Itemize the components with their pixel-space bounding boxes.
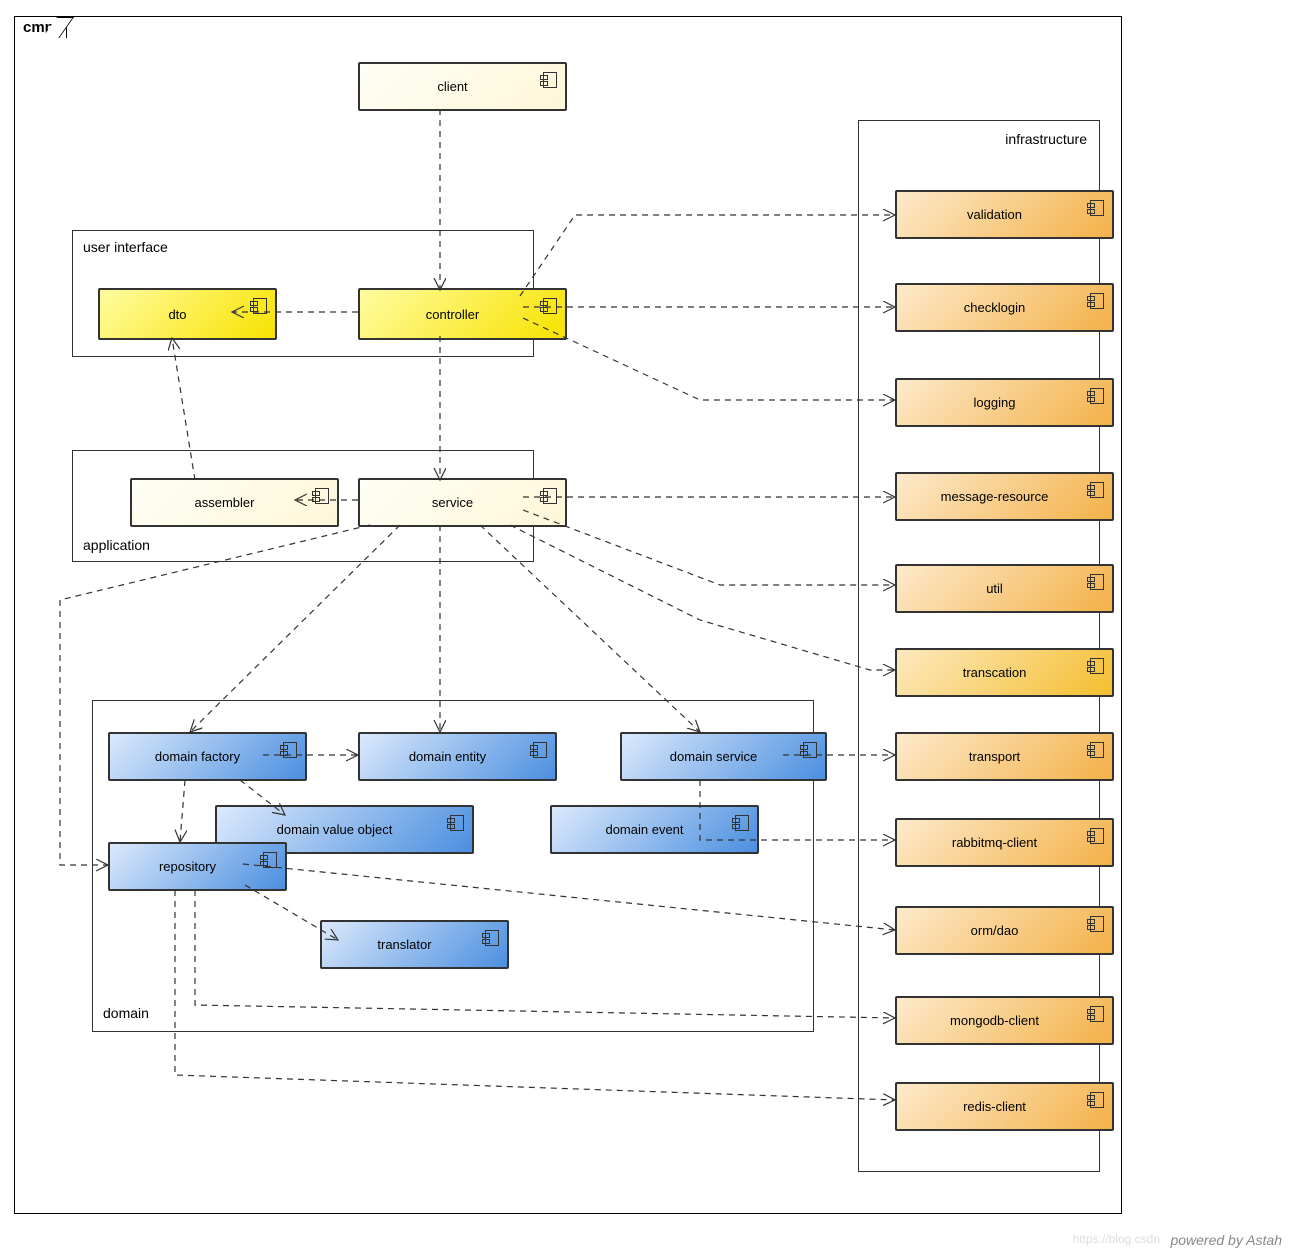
component-label: repository [159, 859, 216, 874]
component-icon [735, 815, 749, 831]
component-label: service [432, 495, 473, 510]
component-label: checklogin [964, 300, 1025, 315]
component-icon [263, 852, 277, 868]
component-label: domain value object [277, 822, 393, 837]
component-icon [1090, 388, 1104, 404]
component-logging: logging [895, 378, 1114, 427]
component-icon [533, 742, 547, 758]
component-checklogin: checklogin [895, 283, 1114, 332]
component-icon [1090, 200, 1104, 216]
component-icon [543, 298, 557, 314]
component-icon [1090, 828, 1104, 844]
component-label: rabbitmq-client [952, 835, 1037, 850]
component-label: domain entity [409, 749, 486, 764]
component-label: domain factory [155, 749, 240, 764]
package-label: application [83, 537, 150, 553]
component-domain-event: domain event [550, 805, 759, 854]
component-label: mongodb-client [950, 1013, 1039, 1028]
component-icon [543, 72, 557, 88]
component-transport: transport [895, 732, 1114, 781]
component-label: domain service [670, 749, 757, 764]
component-icon [1090, 916, 1104, 932]
frame-tab-label: cmp [23, 19, 54, 36]
component-domain-factory: domain factory [108, 732, 307, 781]
component-icon [485, 930, 499, 946]
component-icon [1090, 742, 1104, 758]
component-validation: validation [895, 190, 1114, 239]
component-translator: translator [320, 920, 509, 969]
component-icon [283, 742, 297, 758]
component-label: transcation [963, 665, 1027, 680]
component-icon [315, 488, 329, 504]
component-label: domain event [605, 822, 683, 837]
component-label: assembler [195, 495, 255, 510]
component-label: client [437, 79, 467, 94]
component-label: redis-client [963, 1099, 1026, 1114]
component-domain-entity: domain entity [358, 732, 557, 781]
component-icon [1090, 658, 1104, 674]
component-assembler: assembler [130, 478, 339, 527]
component-icon [1090, 574, 1104, 590]
component-label: logging [974, 395, 1016, 410]
component-client: client [358, 62, 567, 111]
diagram-canvas: cmp user interface application domain in… [0, 0, 1300, 1258]
component-controller: controller [358, 288, 567, 340]
component-service: service [358, 478, 567, 527]
component-orm-dao: orm/dao [895, 906, 1114, 955]
component-transcation: transcation [895, 648, 1114, 697]
watermark: https://blog.csdn [1073, 1232, 1160, 1246]
component-dto: dto [98, 288, 277, 340]
component-util: util [895, 564, 1114, 613]
component-label: transport [969, 749, 1020, 764]
component-icon [253, 298, 267, 314]
footer-credit: powered by Astah [1170, 1232, 1282, 1248]
component-label: controller [426, 307, 479, 322]
package-label: infrastructure [1005, 131, 1087, 147]
component-label: orm/dao [971, 923, 1019, 938]
component-icon [1090, 293, 1104, 309]
component-domain-service: domain service [620, 732, 827, 781]
frame-tab: cmp [14, 16, 67, 38]
component-label: util [986, 581, 1003, 596]
component-label: message-resource [941, 489, 1049, 504]
component-icon [1090, 482, 1104, 498]
component-icon [803, 742, 817, 758]
component-redis-client: redis-client [895, 1082, 1114, 1131]
component-message-resource: message-resource [895, 472, 1114, 521]
component-label: dto [168, 307, 186, 322]
component-label: translator [377, 937, 431, 952]
component-label: validation [967, 207, 1022, 222]
component-icon [1090, 1006, 1104, 1022]
component-rabbitmq-client: rabbitmq-client [895, 818, 1114, 867]
component-mongodb-client: mongodb-client [895, 996, 1114, 1045]
component-repository: repository [108, 842, 287, 891]
package-label: domain [103, 1005, 149, 1021]
component-icon [450, 815, 464, 831]
component-icon [1090, 1092, 1104, 1108]
package-label: user interface [83, 239, 168, 255]
component-icon [543, 488, 557, 504]
